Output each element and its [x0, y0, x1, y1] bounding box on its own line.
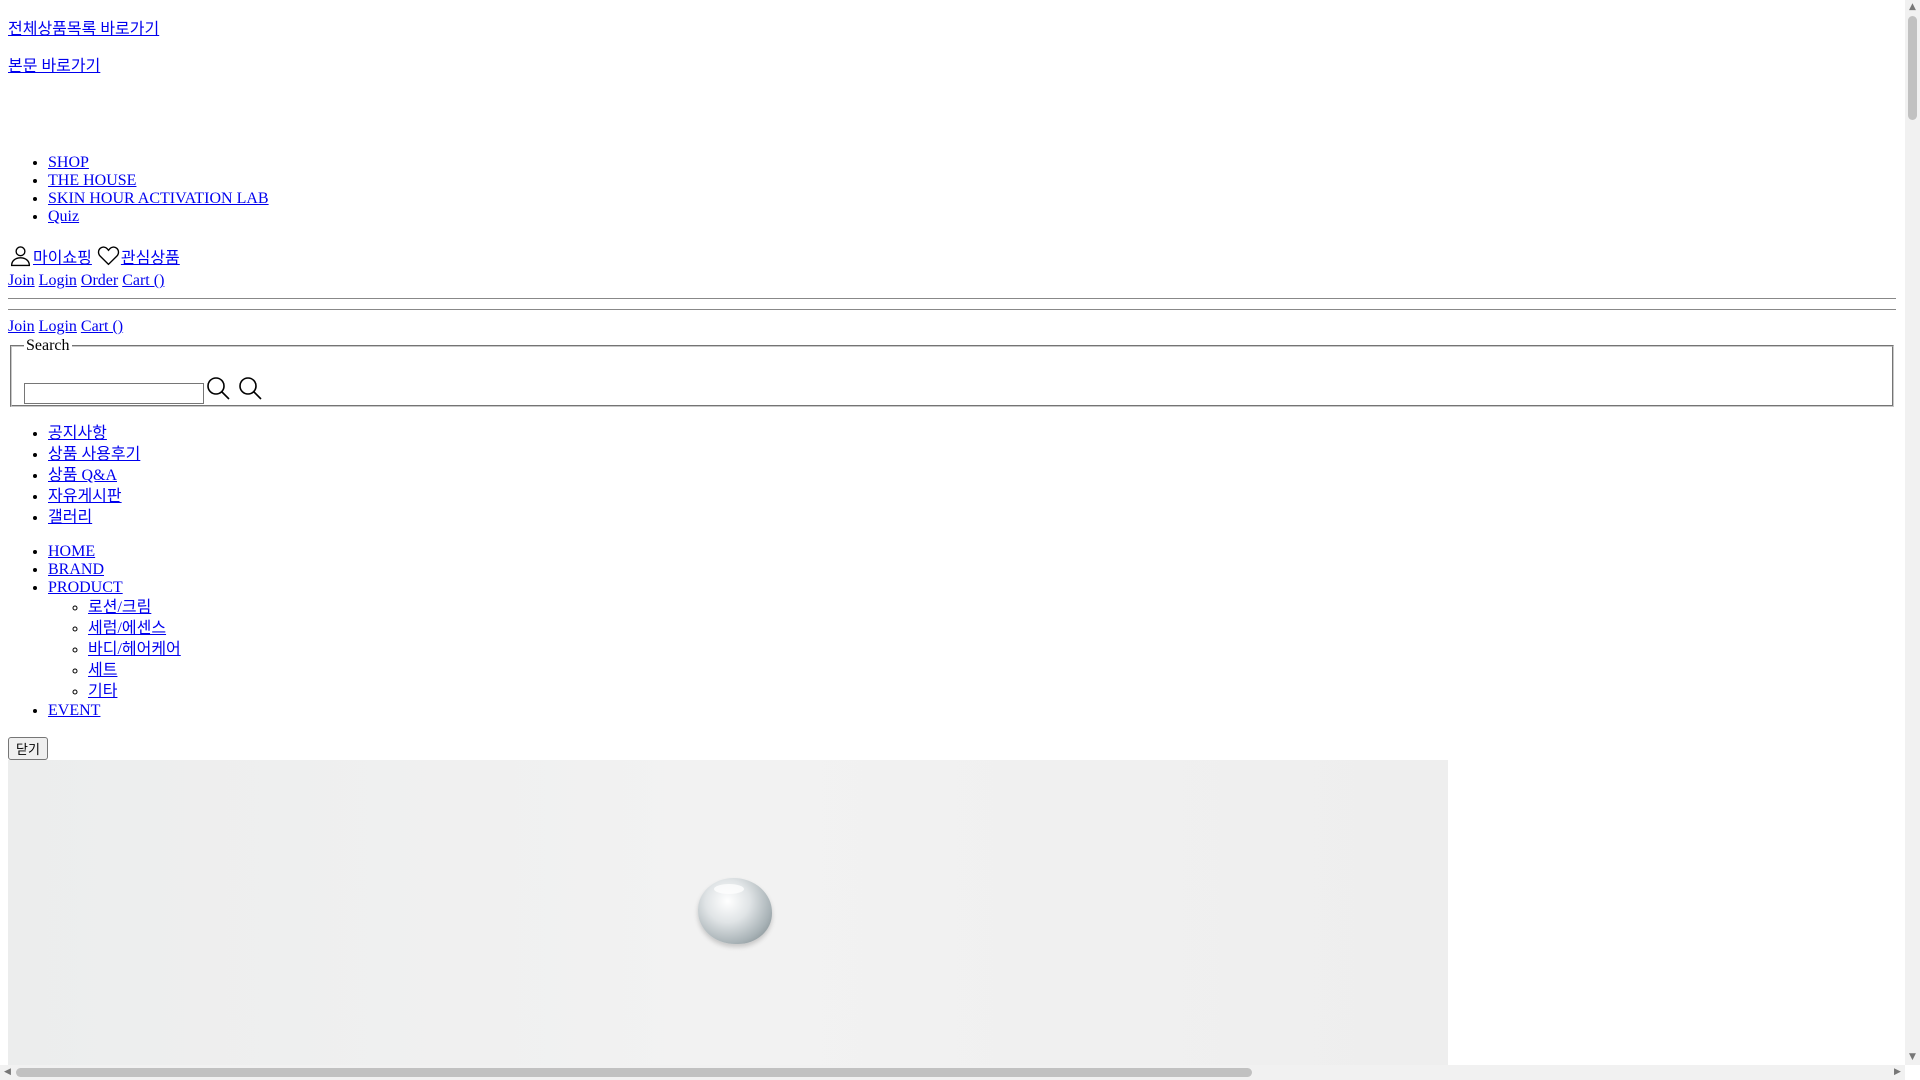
login-link-mobile[interactable]: Login — [39, 318, 77, 335]
subcategory-link-lotion-cream[interactable]: 로션/크림 — [88, 599, 151, 616]
top-nav-link-the-house[interactable]: THE HOUSE — [48, 172, 136, 189]
category-item-brand: BRAND — [48, 561, 181, 579]
top-nav-item-quiz: Quiz — [48, 208, 269, 226]
board-link-gallery[interactable]: 갤러리 — [48, 509, 92, 526]
skip-link-all-products[interactable]: 전체상품목록 바로가기 — [8, 15, 159, 39]
subcategory-item: 바디/헤어케어 — [88, 639, 181, 660]
board-link-qna[interactable]: 상품 Q&A — [48, 467, 117, 484]
join-link[interactable]: Join — [8, 272, 35, 289]
subcategory-link-body-hair[interactable]: 바디/헤어케어 — [88, 641, 181, 658]
close-button[interactable]: 닫기 — [8, 737, 48, 760]
horizontal-scrollbar-thumb[interactable] — [16, 1068, 1252, 1077]
category-link-brand[interactable]: BRAND — [48, 561, 104, 578]
top-nav-link-lab[interactable]: SKIN HOUR ACTIVATION LAB — [48, 190, 269, 207]
board-link-review[interactable]: 상품 사용후기 — [48, 446, 140, 463]
user-icon — [10, 246, 31, 267]
scroll-down-arrow-icon[interactable]: ▼ — [1905, 1050, 1920, 1065]
order-link[interactable]: Order — [81, 272, 118, 289]
category-item-home: HOME — [48, 543, 181, 561]
login-link[interactable]: Login — [39, 272, 77, 289]
category-nav: HOME BRAND PRODUCT 로션/크림 세럼/에센스 바디/헤어케어 … — [8, 543, 181, 720]
board-item: 상품 사용후기 — [48, 444, 140, 465]
product-subnav: 로션/크림 세럼/에센스 바디/헤어케어 세트 기타 — [48, 597, 181, 702]
top-nav-item-lab: SKIN HOUR ACTIVATION LAB — [48, 190, 269, 208]
board-item: 갤러리 — [48, 507, 140, 528]
category-link-event[interactable]: EVENT — [48, 702, 100, 719]
wishlist-link[interactable]: 관심상품 — [96, 243, 180, 268]
search-icon[interactable] — [237, 375, 263, 401]
join-link-mobile[interactable]: Join — [8, 318, 35, 335]
wishlist-label: 관심상품 — [120, 250, 180, 267]
vertical-scrollbar-thumb[interactable] — [1908, 16, 1917, 120]
divider — [8, 309, 1896, 310]
subcategory-link-serum-essence[interactable]: 세럼/에센스 — [88, 620, 166, 637]
category-item-product: PRODUCT 로션/크림 세럼/에센스 바디/헤어케어 세트 기타 — [48, 579, 181, 702]
subcategory-link-etc[interactable]: 기타 — [88, 683, 117, 700]
member-links-1: Join Login Order Cart () — [8, 272, 164, 290]
scroll-right-arrow-icon[interactable]: ▶ — [1890, 1065, 1905, 1080]
scroll-left-arrow-icon[interactable]: ◀ — [0, 1065, 15, 1080]
subcategory-item: 세트 — [88, 660, 181, 681]
top-nav: SHOP THE HOUSE SKIN HOUR ACTIVATION LAB … — [8, 154, 269, 226]
search-icon[interactable] — [205, 375, 231, 401]
divider — [8, 298, 1896, 299]
hero-banner-image[interactable] — [8, 760, 1448, 1080]
myshop-link[interactable]: 마이쇼핑 — [8, 243, 92, 268]
heart-icon — [97, 246, 120, 266]
board-link-free[interactable]: 자유게시판 — [48, 488, 122, 505]
board-link-notice[interactable]: 공지사항 — [48, 425, 107, 442]
top-nav-item-shop: SHOP — [48, 154, 269, 172]
cart-link[interactable]: Cart () — [122, 272, 164, 289]
board-item: 상품 Q&A — [48, 465, 140, 486]
horizontal-scrollbar[interactable]: ◀ ▶ — [0, 1065, 1905, 1080]
vertical-scrollbar[interactable]: ▲ ▼ — [1905, 0, 1920, 1065]
search-input[interactable] — [24, 383, 204, 404]
top-nav-link-quiz[interactable]: Quiz — [48, 208, 79, 225]
search-box: Search — [10, 337, 1894, 407]
top-nav-link-shop[interactable]: SHOP — [48, 154, 89, 171]
board-nav: 공지사항 상품 사용후기 상품 Q&A 자유게시판 갤러리 — [8, 423, 140, 528]
scroll-up-arrow-icon[interactable]: ▲ — [1905, 0, 1920, 15]
board-item: 자유게시판 — [48, 486, 140, 507]
subcategory-link-set[interactable]: 세트 — [88, 662, 117, 679]
top-nav-item-the-house: THE HOUSE — [48, 172, 269, 190]
category-item-event: EVENT — [48, 702, 181, 720]
member-links-2: Join Login Cart () — [8, 318, 123, 336]
subcategory-item: 기타 — [88, 681, 181, 702]
myshop-label: 마이쇼핑 — [33, 250, 92, 267]
skip-link-main-content[interactable]: 본문 바로가기 — [8, 52, 100, 76]
board-item: 공지사항 — [48, 423, 140, 444]
subcategory-item: 세럼/에센스 — [88, 618, 181, 639]
cart-link-mobile[interactable]: Cart () — [81, 318, 123, 335]
search-legend: Search — [26, 337, 70, 354]
water-drop-image — [698, 878, 772, 944]
subcategory-item: 로션/크림 — [88, 597, 181, 618]
category-link-home[interactable]: HOME — [48, 543, 95, 560]
my-links: 마이쇼핑 관심상품 — [8, 243, 180, 273]
category-link-product[interactable]: PRODUCT — [48, 579, 123, 596]
